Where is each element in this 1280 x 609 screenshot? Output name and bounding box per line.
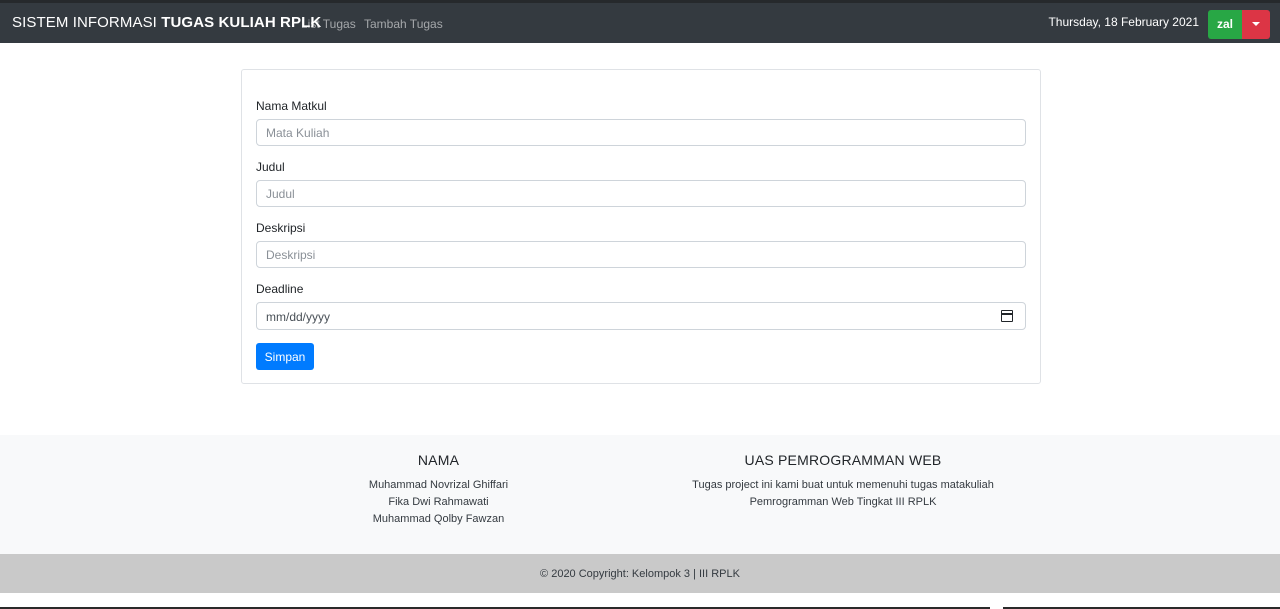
footer-names-title: NAMA [417, 452, 460, 468]
footer-name-1: Muhammad Novrizal Ghiffari [368, 479, 509, 491]
footer-name-2: Fika Dwi Rahmawati [388, 496, 489, 508]
deskripsi-input[interactable] [256, 241, 1026, 268]
judul-input[interactable] [256, 180, 1026, 207]
deadline-placeholder: mm/dd/yyyy [266, 310, 331, 324]
deskripsi-label: Deskripsi [256, 221, 306, 235]
nav-link-list-tugas[interactable]: List Tugas [301, 17, 356, 31]
brand-bold: TUGAS KULIAH RPLK [161, 14, 322, 31]
user-dropdown-toggle[interactable] [1242, 10, 1270, 39]
footer: NAMA Muhammad Novrizal Ghiffari Fika Dwi… [0, 435, 1280, 554]
footer-name-3: Muhammad Qolby Fawzan [372, 513, 505, 525]
copyright-bar: © 2020 Copyright: Kelompok 3 | III RPLK [0, 554, 1280, 593]
nama-matkul-input[interactable] [256, 119, 1026, 146]
caret-down-icon [1252, 22, 1260, 26]
calendar-icon[interactable] [1001, 310, 1013, 322]
footer-about-line-2: Pemrogramman Web Tingkat III RPLK [749, 496, 937, 508]
deadline-label: Deadline [256, 282, 304, 296]
current-date: Thursday, 18 February 2021 [1048, 15, 1199, 29]
user-button[interactable]: zal [1208, 10, 1242, 39]
brand-link[interactable]: SISTEM INFORMASI TUGAS KULIAH RPLK [12, 14, 321, 31]
deadline-date-input[interactable]: mm/dd/yyyy [256, 302, 1026, 330]
judul-label: Judul [256, 160, 285, 174]
nav-link-tambah-tugas[interactable]: Tambah Tugas [364, 17, 443, 31]
nama-matkul-label: Nama Matkul [256, 99, 327, 113]
footer-about-column: UAS PEMROGRAMMAN WEB Tugas project ini k… [668, 452, 1018, 511]
simpan-button[interactable]: Simpan [256, 343, 314, 370]
footer-names-column: NAMA Muhammad Novrizal Ghiffari Fika Dwi… [340, 452, 537, 528]
navbar: SISTEM INFORMASI TUGAS KULIAH RPLK List … [0, 0, 1280, 43]
footer-about-title: UAS PEMROGRAMMAN WEB [744, 452, 942, 468]
task-form-card: Nama Matkul Judul Deskripsi Deadline mm/… [241, 69, 1041, 384]
brand-prefix: SISTEM INFORMASI [12, 14, 157, 31]
footer-about-line-1: Tugas project ini kami buat untuk memenu… [692, 479, 994, 491]
